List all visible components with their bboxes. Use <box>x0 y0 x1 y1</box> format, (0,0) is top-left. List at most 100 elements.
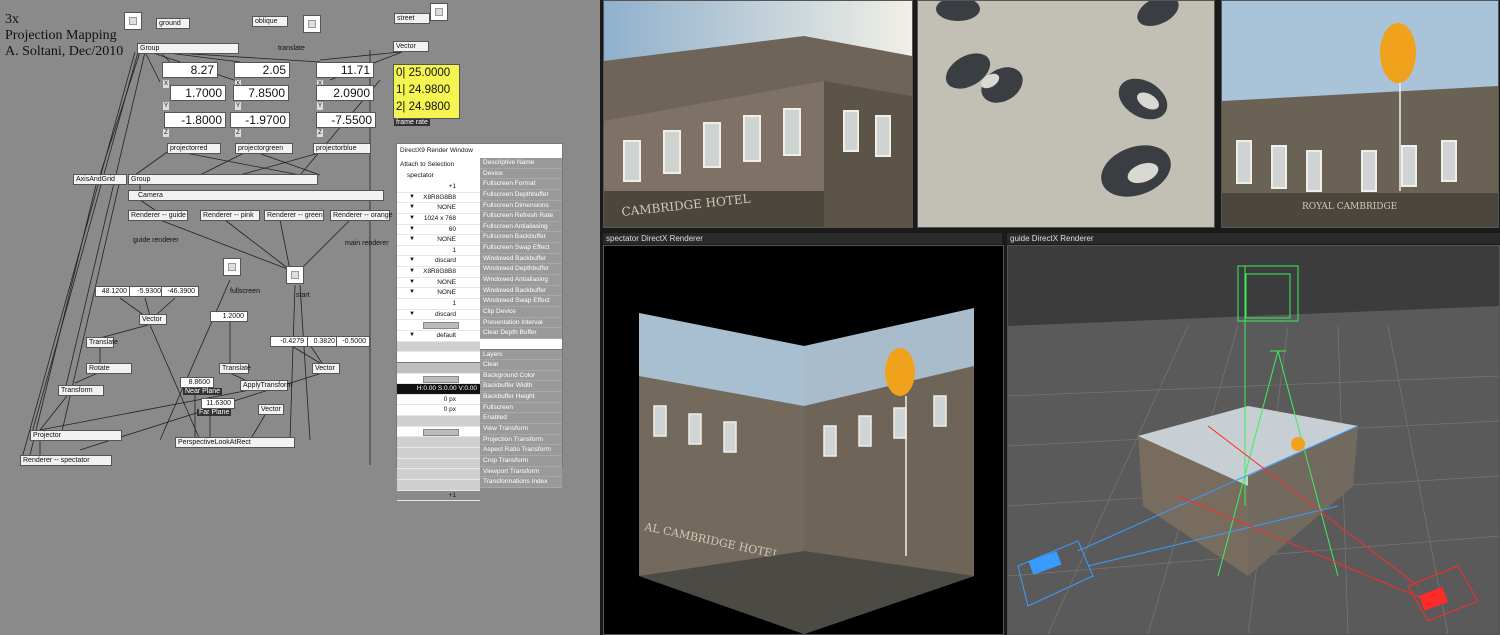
inspector-attach[interactable]: Attach to Selection <box>400 161 454 168</box>
inspector-value[interactable]: ▼ discard <box>397 256 480 268</box>
vec3-y-input[interactable]: 0.3820 <box>307 336 339 347</box>
node-perspective[interactable]: PerspectiveLookAtRect <box>175 437 295 448</box>
blue-z-input[interactable]: -7.5500 <box>316 112 376 128</box>
node-projectorred[interactable]: projectorred <box>167 143 221 154</box>
node-renderer-spectator[interactable]: Renderer -- spectator <box>20 455 112 466</box>
enabled-bar[interactable] <box>423 428 459 436</box>
inspector-value[interactable]: 0 px <box>397 395 480 406</box>
inspector-value[interactable] <box>397 362 480 374</box>
red-x-input[interactable]: 8.27 <box>162 62 218 78</box>
inspector-value[interactable]: ▼ NONE <box>397 288 480 300</box>
inspector-panel[interactable]: DirectX9 Render Window Attach to Selecti… <box>396 143 563 502</box>
inspector-value[interactable]: ▼ NONE <box>397 235 480 246</box>
patch-editor[interactable]: 3x Projection Mapping A. Soltani, Dec/20… <box>0 0 600 635</box>
inspector-value[interactable]: ▼ 1024 x 768 <box>397 214 480 225</box>
fullscreen-toggle[interactable] <box>223 258 241 276</box>
oblique-toggle[interactable] <box>303 15 321 33</box>
guide-viewport[interactable] <box>1007 245 1500 635</box>
inspector-value[interactable]: 0 px <box>397 405 480 417</box>
expand-arrow-icon[interactable]: ▼ <box>409 288 415 298</box>
near-input[interactable]: 8.8600 <box>180 377 214 388</box>
guide-header[interactable]: guide DirectX Renderer <box>1007 233 1500 244</box>
inspector-value[interactable] <box>397 469 480 480</box>
node-street[interactable]: street <box>394 13 430 24</box>
green-z-input[interactable]: -1.9700 <box>230 112 290 128</box>
inspector-value[interactable]: ▼ default <box>397 331 480 342</box>
node-renderer-orange[interactable]: Renderer -- orange <box>330 210 393 221</box>
node-ground[interactable]: ground <box>156 18 190 29</box>
node-group-mid[interactable]: Group <box>128 174 318 185</box>
expand-arrow-icon[interactable]: ▼ <box>409 256 415 266</box>
expand-arrow-icon[interactable]: ▼ <box>409 267 415 277</box>
red-z-input[interactable]: -1.8000 <box>164 112 226 128</box>
inspector-values[interactable]: +1 ▼ X8R8G8B8 ▼ NONE ▼ 1024 x 768 ▼ 60 ▼ NONE… <box>397 182 480 502</box>
inspector-value[interactable] <box>397 374 480 385</box>
frame-rate-box[interactable]: 0| 25.0000 1| 24.9800 2| 24.9800 <box>393 64 460 119</box>
node-axis-and-grid[interactable]: AxisAndGrid <box>73 174 127 185</box>
vec3-x-input[interactable]: -0.4279 <box>270 336 308 347</box>
cam-y-input[interactable]: -5.9300 <box>129 286 165 297</box>
node-vector-small[interactable]: Vector <box>258 404 284 415</box>
expand-arrow-icon[interactable]: ▼ <box>409 331 415 341</box>
inspector-value[interactable] <box>397 416 480 427</box>
vec3-z-input[interactable]: -0.5000 <box>336 336 370 347</box>
red-y-input[interactable]: 1.7000 <box>170 85 226 101</box>
street-toggle[interactable] <box>430 3 448 21</box>
spectator-header[interactable]: spectator DirectX Renderer <box>603 233 1002 244</box>
node-camera-bar[interactable] <box>128 190 384 201</box>
blue-x-input[interactable]: 11.71 <box>316 62 374 78</box>
inspector-value[interactable]: ▼ X8R8G8B8 <box>397 267 480 278</box>
clear-bar[interactable] <box>423 375 459 383</box>
inspector-value[interactable]: ▼ discard <box>397 310 480 321</box>
fov-input[interactable]: 1.2000 <box>210 311 248 322</box>
node-renderer-green[interactable]: Renderer -- green <box>264 210 324 221</box>
inspector-value[interactable] <box>397 458 480 470</box>
node-oblique[interactable]: oblique <box>252 16 288 27</box>
node-projector[interactable]: Projector <box>30 430 122 441</box>
inspector-value[interactable]: +1 <box>397 491 480 502</box>
node-rotate[interactable]: Rotate <box>86 363 132 374</box>
clip-device-bar[interactable] <box>423 322 459 330</box>
node-translate1[interactable]: Translate <box>86 337 118 348</box>
node-renderer-pink[interactable]: Renderer -- pink <box>200 210 260 221</box>
node-vector-cam[interactable]: Vector <box>139 314 167 325</box>
inspector-value[interactable]: ▼ 60 <box>397 225 480 236</box>
projector-view-blue[interactable]: ROYAL CAMBRIDGE <box>1221 0 1499 228</box>
expand-arrow-icon[interactable]: ▼ <box>409 235 415 245</box>
cam-z-input[interactable]: -46.3900 <box>161 286 199 297</box>
expand-arrow-icon[interactable]: ▼ <box>409 278 415 288</box>
node-projectorblue[interactable]: projectorblue <box>313 143 371 154</box>
inspector-value[interactable]: ▼ X8R8G8B8 <box>397 193 480 204</box>
inspector-value[interactable] <box>397 320 480 331</box>
node-translate2[interactable]: Translate <box>219 363 251 374</box>
node-vector-top[interactable]: Vector <box>393 41 429 52</box>
expand-arrow-icon[interactable]: ▼ <box>409 203 415 213</box>
inspector-value[interactable] <box>397 427 480 438</box>
inspector-value[interactable] <box>397 437 480 449</box>
blue-y-input[interactable]: 2.0900 <box>316 85 374 101</box>
node-transform[interactable]: Transform <box>58 385 104 396</box>
expand-arrow-icon[interactable]: ▼ <box>409 310 415 320</box>
ground-toggle[interactable] <box>124 12 142 30</box>
green-x-input[interactable]: 2.05 <box>234 62 290 78</box>
projector-view-red[interactable]: CAMBRIDGE HOTEL <box>603 0 913 228</box>
node-group-top[interactable]: Group <box>137 43 239 54</box>
far-input[interactable]: 11.6300 <box>201 398 235 409</box>
spectator-viewport[interactable]: AL CAMBRIDGE HOTEL <box>603 245 1004 635</box>
expand-arrow-icon[interactable]: ▼ <box>409 193 415 203</box>
inspector-value[interactable]: ▼ NONE <box>397 278 480 289</box>
inspector-value[interactable]: 1 <box>397 246 480 257</box>
expand-arrow-icon[interactable]: ▼ <box>409 214 415 224</box>
node-projectorgreen[interactable]: projectorgreen <box>235 143 293 154</box>
inspector-value[interactable] <box>397 341 480 353</box>
inspector-value[interactable]: +1 <box>397 182 480 193</box>
inspector-value[interactable] <box>397 448 480 459</box>
node-apply-transform[interactable]: ApplyTransform <box>240 380 292 391</box>
node-renderer-guide[interactable]: Renderer -- guide <box>128 210 188 221</box>
projector-view-green[interactable] <box>917 0 1215 228</box>
inspector-value[interactable]: ▼ NONE <box>397 203 480 214</box>
cam-x-input[interactable]: 48.1200 <box>95 286 131 297</box>
inspector-value[interactable] <box>397 479 480 491</box>
expand-arrow-icon[interactable]: ▼ <box>409 225 415 235</box>
inspector-value[interactable]: 1 <box>397 299 480 310</box>
